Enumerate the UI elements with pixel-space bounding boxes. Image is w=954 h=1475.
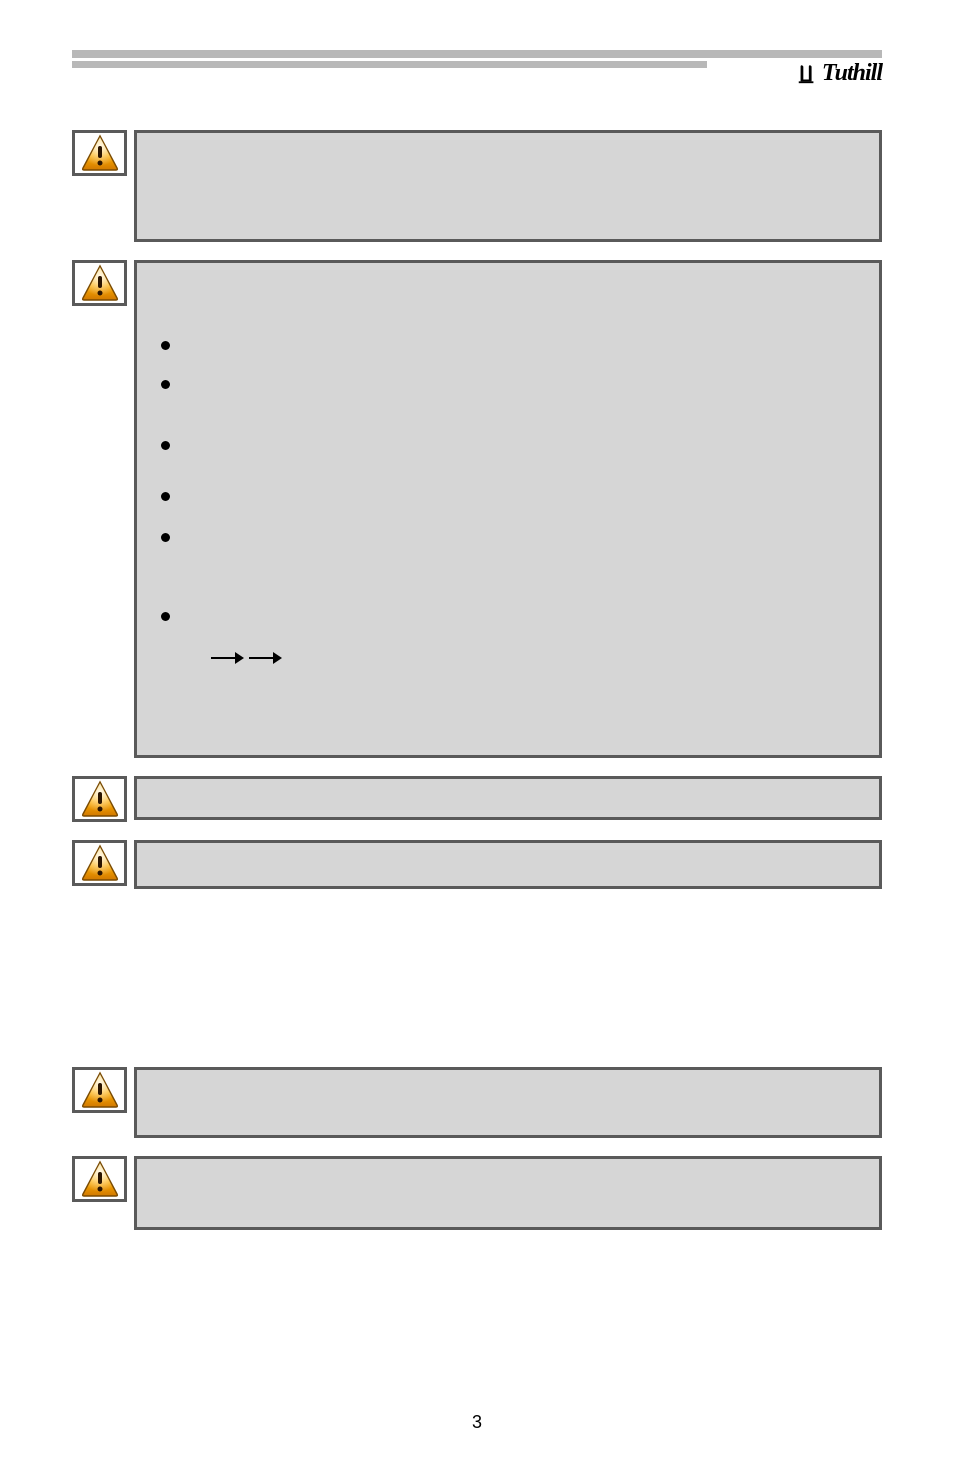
warning-icon (80, 780, 120, 818)
warning-icon (80, 1071, 120, 1109)
callout-icon-box (72, 776, 127, 822)
bullet-list (161, 341, 170, 659)
callout-text-box (134, 1156, 882, 1230)
arrow-list (211, 651, 283, 694)
callout-text-box (134, 260, 882, 758)
callout-text-box (134, 1067, 882, 1138)
bullet-icon (161, 341, 170, 350)
bullet-icon (161, 492, 170, 501)
callout-row (72, 130, 882, 242)
callout-text-box (134, 776, 882, 820)
callout-icon-box (72, 260, 127, 306)
callout-icon-box (72, 840, 127, 886)
callout-icon-box (72, 1156, 127, 1202)
callout-row (72, 840, 882, 889)
rule-bottom (72, 61, 707, 68)
warning-icon (80, 134, 120, 172)
warning-icon (80, 264, 120, 302)
bullet-icon (161, 533, 170, 542)
tuthill-mark-icon (796, 63, 818, 85)
callout-icon-box (72, 1067, 127, 1113)
callout-row (72, 776, 882, 822)
callout-row (72, 260, 882, 758)
bullet-icon (161, 441, 170, 450)
right-arrow-icon (211, 651, 245, 665)
callout-row (72, 1067, 882, 1138)
warning-icon (80, 1160, 120, 1198)
right-arrow-icon (249, 651, 283, 665)
bullet-icon (161, 612, 170, 621)
callout-text-box (134, 130, 882, 242)
header-rule: Tuthill (72, 50, 882, 68)
callout-text-box (134, 840, 882, 889)
callout-row (72, 1156, 882, 1230)
brand-logo: Tuthill (796, 60, 882, 87)
content-area (72, 130, 882, 1230)
warning-icon (80, 844, 120, 882)
rule-top (72, 50, 882, 58)
callout-icon-box (72, 130, 127, 176)
brand-name: Tuthill (822, 60, 882, 87)
page-number: 3 (0, 1412, 954, 1433)
bullet-icon (161, 380, 170, 389)
